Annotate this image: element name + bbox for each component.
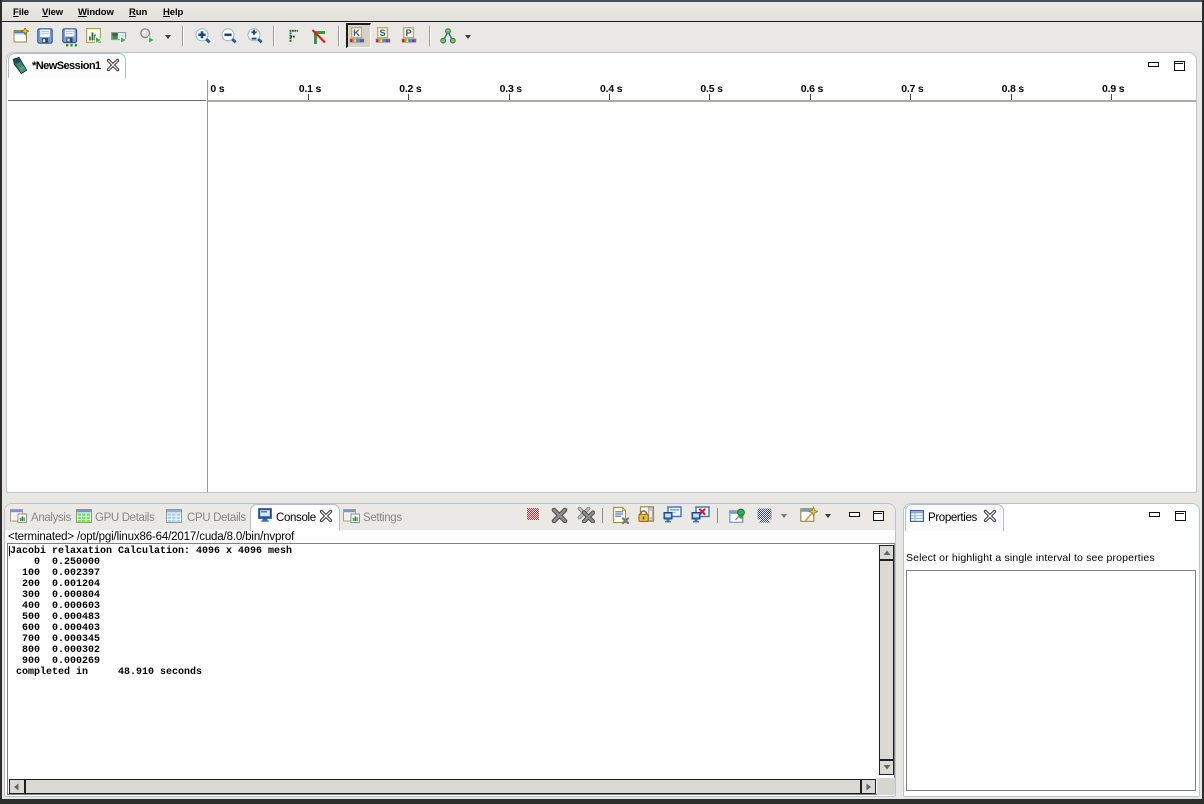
svg-text:P: P	[405, 28, 411, 38]
svg-text:K: K	[353, 28, 360, 38]
svg-text:S: S	[379, 28, 385, 38]
